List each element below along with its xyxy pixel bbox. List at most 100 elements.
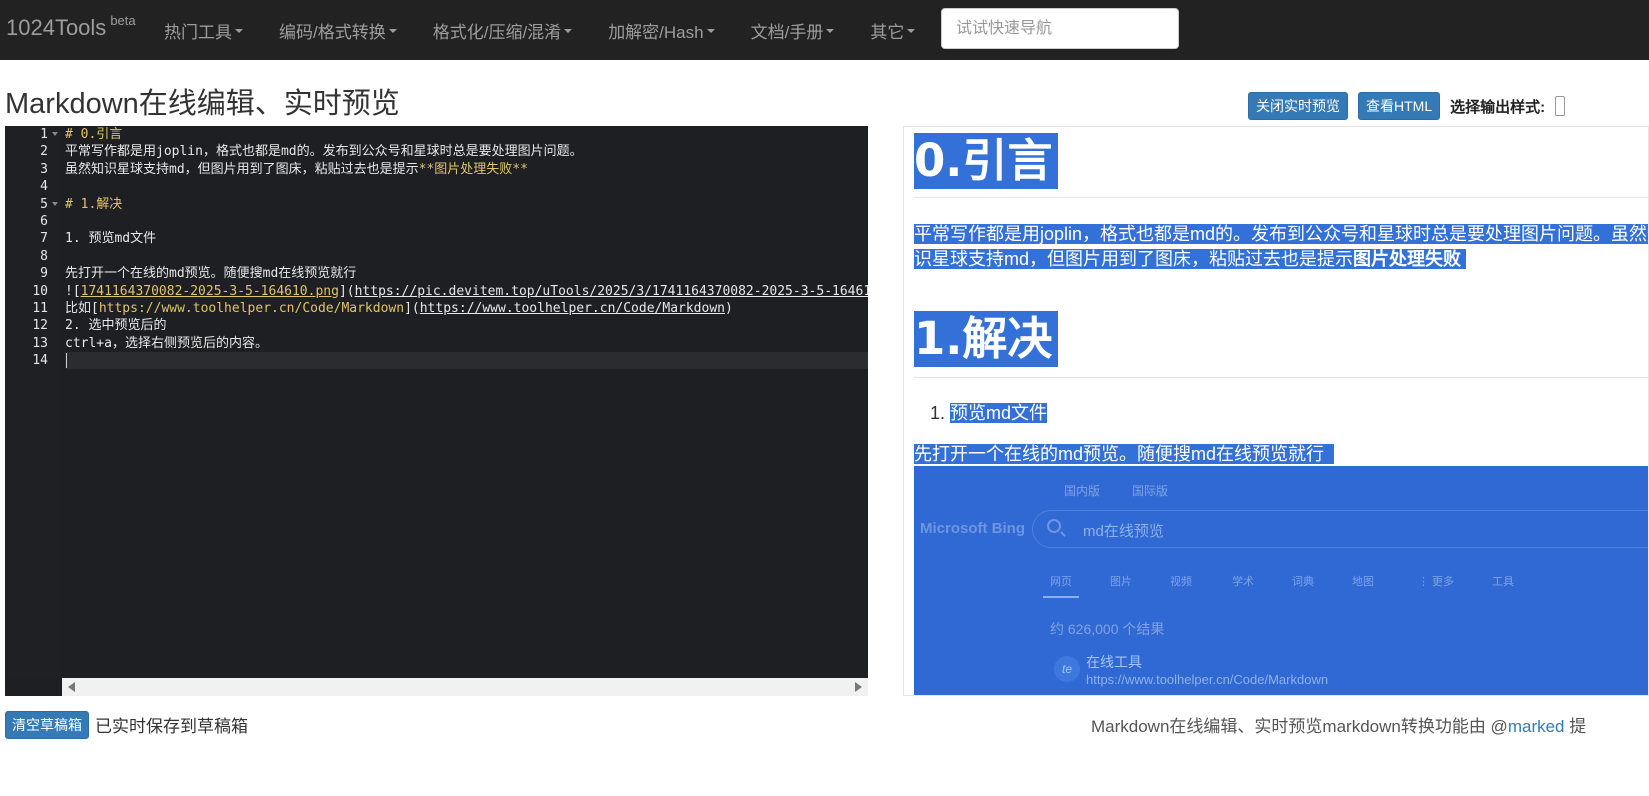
caret-down-icon	[235, 29, 243, 33]
footer-credit: Markdown在线编辑、实时预览markdown转换功能由 @marked 提	[1091, 712, 1586, 737]
code-line[interactable]: 2. 选中预览后的	[65, 317, 868, 334]
code-line[interactable]: 虽然知识星球支持md，但图片用到了图床，粘贴过去也是提示**图片处理失败**	[65, 161, 868, 178]
page-title: Markdown在线编辑、实时预览	[5, 88, 400, 120]
nav-menu-label: 其它	[870, 22, 905, 42]
preview-paragraph: 平常写作都是用joplin，格式也都是md的。发布到公众号和星球时总是要处理图片…	[914, 222, 1648, 272]
nav-menu-format[interactable]: 格式化/压缩/混淆	[415, 0, 590, 60]
line-number: 7	[40, 231, 48, 247]
line-number: 10	[32, 283, 48, 299]
nav-menu-docs[interactable]: 文档/手册	[733, 0, 853, 60]
heading-divider	[914, 197, 1648, 198]
scroll-left-arrow-icon[interactable]	[68, 682, 75, 692]
clear-draft-button[interactable]: 清空草稿箱	[5, 711, 89, 739]
fold-arrow-icon[interactable]	[52, 132, 58, 136]
bing-tab-domestic: 国内版	[1064, 484, 1101, 498]
code-line[interactable]	[65, 178, 868, 195]
markdown-editor[interactable]: 1 2 3 4 5 6 7 8 9 10 11 12 13 14 # 0.引言 …	[5, 126, 868, 696]
code-line[interactable]: # 0.引言	[65, 126, 868, 143]
scroll-right-arrow-icon[interactable]	[855, 682, 862, 692]
bing-nav-item: 图片	[1110, 576, 1132, 588]
nav-menu-encoding[interactable]: 编码/格式转换	[261, 0, 415, 60]
line-number: 3	[40, 161, 48, 177]
line-number: 2	[40, 144, 48, 160]
horizontal-scrollbar[interactable]	[62, 678, 868, 696]
footer-credit-tail: 提	[1564, 717, 1587, 736]
caret-down-icon	[388, 29, 397, 33]
code-line[interactable]: 先打开一个在线的md预览。随便搜md在线预览就行	[65, 265, 868, 282]
nav-menu-label: 加解密/Hash	[608, 22, 704, 42]
nav-menu-label: 编码/格式转换	[279, 22, 386, 42]
caret-down-icon	[826, 29, 835, 33]
code-line[interactable]	[65, 248, 868, 265]
live-preview-pane[interactable]: 0.引言 平常写作都是用joplin，格式也都是md的。发布到公众号和星球时总是…	[903, 126, 1649, 696]
code-area[interactable]: # 0.引言 平常写作都是用joplin，格式也都是md的。发布到公众号和星球时…	[65, 126, 868, 678]
preview-heading-solve: 1.解决	[914, 311, 1059, 367]
bing-tab-international: 国际版	[1132, 484, 1169, 498]
bing-nav-item: 工具	[1492, 576, 1514, 588]
caret-down-icon	[706, 29, 715, 33]
caret-down-icon	[564, 29, 573, 33]
bing-nav-item: 学术	[1232, 576, 1254, 588]
line-number-gutter: 1 2 3 4 5 6 7 8 9 10 11 12 13 14	[5, 126, 62, 678]
brand-beta-badge: beta	[110, 13, 136, 28]
bing-result-count: 约 626,000 个结果	[1050, 621, 1165, 637]
nav-menu-label: 热门工具	[164, 22, 232, 42]
site-favicon-icon: te	[1054, 656, 1080, 682]
bing-nav-item: 词典	[1292, 576, 1314, 588]
line-number: 8	[40, 248, 48, 264]
code-line-active[interactable]	[65, 352, 868, 370]
preview-list-item: 1. 预览md文件	[930, 399, 1048, 425]
brand-name[interactable]: 1024Tools	[6, 15, 106, 41]
bing-nav-active-underline	[1043, 596, 1079, 598]
list-item-text: 预览md文件	[950, 403, 1048, 423]
line-number: 13	[32, 335, 48, 351]
draft-saved-status: 已实时保存到草稿箱	[95, 717, 248, 736]
view-html-button[interactable]: 查看HTML	[1358, 92, 1441, 120]
code-line[interactable]: 比如[https://www.toolhelper.cn/Code/Markdo…	[65, 300, 868, 317]
quick-nav-search-input[interactable]	[941, 8, 1179, 49]
preview-embedded-screenshot: 国内版 国际版 Microsoft Bing md在线预览 网页 图片 视频 学…	[914, 466, 1648, 695]
nav-menu-hot-tools[interactable]: 热门工具	[146, 0, 261, 60]
preview-toolbar: 关闭实时预览 查看HTML 选择输出样式:	[1248, 92, 1566, 120]
list-number: 1.	[930, 403, 946, 423]
nav-menu-other[interactable]: 其它	[852, 0, 933, 60]
fold-arrow-icon[interactable]	[52, 201, 58, 206]
code-line[interactable]: ![1741164370082-2025-3-5-164610.png](htt…	[65, 283, 868, 300]
marked-link[interactable]: marked	[1508, 717, 1565, 736]
line-number: 4	[40, 179, 48, 195]
bing-search-box: md在线预览	[1032, 510, 1648, 548]
bing-result-url: https://www.toolhelper.cn/Code/Markdown	[1086, 672, 1329, 687]
footer-credit-text: Markdown在线编辑、实时预览markdown转换功能由 @	[1091, 717, 1508, 736]
preview-text-line: 先打开一个在线的md预览。随便搜md在线预览就行	[914, 444, 1325, 464]
preview-bold-text: 图片处理失败	[1353, 249, 1462, 269]
code-line[interactable]: 平常写作都是用joplin，格式也都是md的。发布到公众号和星球时总是要处理图片…	[65, 143, 868, 160]
preview-heading-intro: 0.引言	[914, 133, 1059, 189]
code-line[interactable]	[65, 213, 868, 230]
bing-nav-item: 网页	[1050, 576, 1072, 588]
line-number: 9	[40, 266, 48, 282]
preview-text-line: 平常写作都是用joplin，格式也都是md的。发布到公众号和星球时总是要处理图片…	[914, 224, 1648, 244]
text-cursor	[66, 353, 67, 369]
code-line[interactable]: # 1.解决	[65, 196, 868, 213]
caret-down-icon	[907, 29, 916, 33]
preview-paragraph: 先打开一个在线的md预览。随便搜md在线预览就行	[914, 442, 1648, 467]
nav-menu-crypto[interactable]: 加解密/Hash	[590, 0, 732, 60]
code-line[interactable]: ctrl+a，选择右侧预览后的内容。	[65, 335, 868, 352]
nav-menu-label: 文档/手册	[750, 22, 824, 42]
bing-nav-item: 地图	[1352, 576, 1374, 588]
bing-nav-item: ⋮ 更多	[1418, 576, 1455, 588]
close-live-preview-button[interactable]: 关闭实时预览	[1248, 92, 1348, 120]
line-number: 14	[32, 353, 48, 369]
search-icon	[1047, 519, 1061, 533]
code-line[interactable]: 1. 预览md文件	[65, 230, 868, 247]
output-style-select[interactable]	[1555, 96, 1566, 116]
heading-divider	[914, 377, 1648, 378]
brand-logo[interactable]: 1024Tools beta	[0, 0, 146, 60]
line-number: 5	[5, 196, 62, 213]
bing-result-title: 在线工具	[1086, 654, 1142, 670]
line-number: 12	[32, 318, 48, 334]
bing-nav-item: 视频	[1170, 576, 1192, 588]
nav-menu-label: 格式化/压缩/混淆	[432, 22, 562, 42]
bing-search-query: md在线预览	[1083, 523, 1164, 540]
preview-text-line: 识星球支持md，但图片用到了图床，粘贴过去也是提示	[914, 249, 1354, 269]
